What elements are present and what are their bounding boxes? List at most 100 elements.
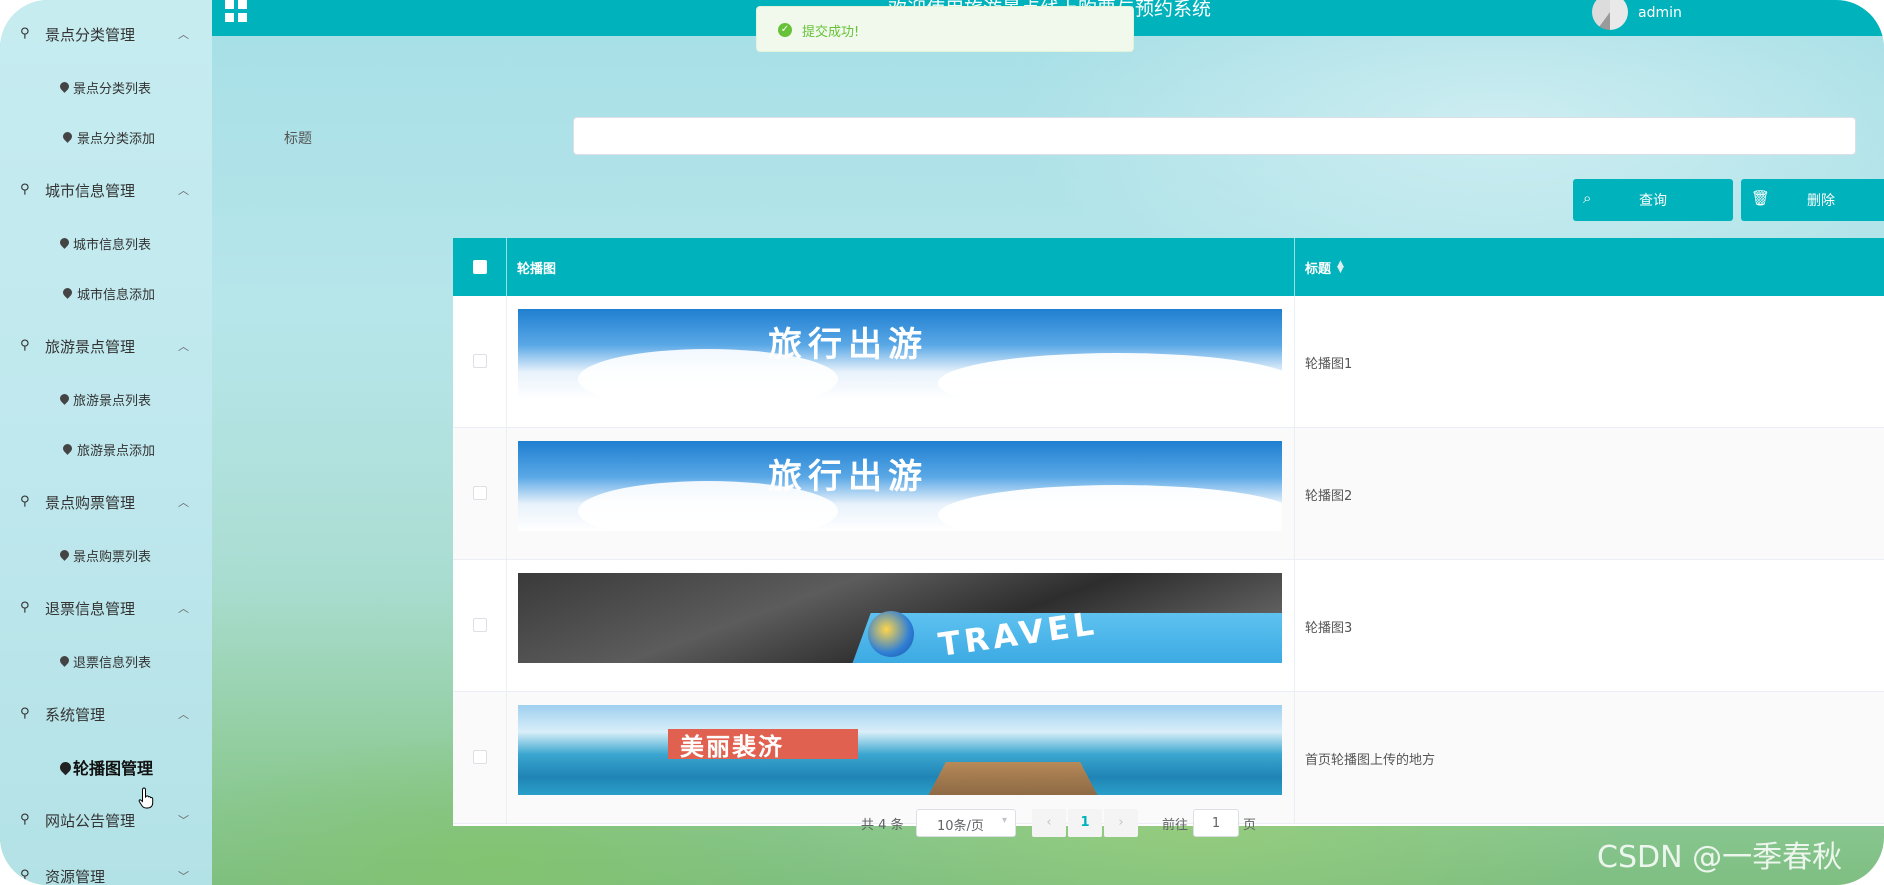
prev-page-button[interactable]: ‹: [1032, 809, 1066, 837]
sidebar-item-label: 旅游景点添加: [77, 443, 156, 459]
location-pin-icon: [58, 80, 71, 93]
location-pin-icon: [58, 548, 71, 561]
title-search-input[interactable]: [573, 117, 1856, 155]
title-cell: 首页轮播图上传的地方: [1295, 692, 1884, 823]
trash-icon: 🗑: [1751, 189, 1771, 207]
sidebar-item-label: 退票信息列表: [73, 655, 152, 671]
toast-message: 提交成功!: [802, 25, 860, 40]
avatar[interactable]: [1592, 0, 1628, 30]
chevron-down-icon: ﹀: [178, 870, 189, 883]
sidebar-item-tourist-spot-add[interactable]: 旅游景点添加: [0, 429, 212, 469]
row-checkbox[interactable]: [473, 486, 487, 500]
menu-group-refund[interactable]: ⚲ 退票信息管理 ︿: [0, 582, 212, 634]
location-pin-icon: [61, 130, 74, 143]
menu-group-label: 景点购票管理: [45, 493, 136, 512]
goto-page-input[interactable]: [1193, 809, 1239, 837]
row-select-cell: [453, 296, 507, 427]
grid-icon[interactable]: [225, 0, 247, 22]
menu-group-label: 资源管理: [45, 867, 106, 885]
banner-text: 旅行出游: [768, 325, 928, 365]
sidebar-item-label: 景点分类列表: [73, 81, 152, 97]
sidebar-item-label: 旅游景点列表: [73, 393, 152, 409]
sort-icon[interactable]: ▲ ▼: [1337, 260, 1344, 275]
sidebar-item-ticket-purchase-list[interactable]: 景点购票列表: [0, 535, 212, 575]
banner-image-cell: TRAVEL: [507, 560, 1295, 691]
title-filter-label: 标题: [284, 131, 312, 147]
banner-image-cell: 旅行出游: [507, 296, 1295, 427]
menu-group-site-notice[interactable]: ⚲ 网站公告管理 ﹀: [0, 794, 212, 846]
row-select-cell: [453, 560, 507, 691]
menu-group-label: 退票信息管理: [45, 599, 136, 618]
row-checkbox[interactable]: [473, 750, 487, 764]
row-checkbox[interactable]: [473, 618, 487, 632]
menu-group-label: 城市信息管理: [45, 181, 136, 200]
sidebar-item-scenic-category-add[interactable]: 景点分类添加: [0, 117, 212, 157]
page-suffix-label: 页: [1243, 818, 1257, 833]
user-name[interactable]: admin: [1638, 5, 1682, 21]
title-cell: 轮播图2: [1295, 428, 1884, 559]
banner-image-travel: 旅行出游: [518, 441, 1282, 531]
title-cell: 轮播图3: [1295, 560, 1884, 691]
watermark: CSDN @一季春秋: [1597, 840, 1843, 875]
location-pin-icon: [58, 392, 71, 405]
table-row: 旅行出游 轮播图1 详情: [453, 296, 1884, 428]
row-checkbox[interactable]: [473, 354, 487, 368]
banner-image-beach: 美丽裴济: [518, 705, 1282, 795]
sidebar-item-label: 景点分类添加: [77, 131, 156, 147]
menu-group-scenic-category[interactable]: ⚲ 景点分类管理 ︿: [0, 8, 212, 60]
banner-image-cell: 旅行出游: [507, 428, 1295, 559]
page-number-current[interactable]: 1: [1068, 809, 1102, 837]
sidebar-item-refund-list[interactable]: 退票信息列表: [0, 641, 212, 681]
menu-group-label: 旅游景点管理: [45, 337, 136, 356]
delete-button[interactable]: 🗑 删除: [1741, 179, 1884, 221]
pagination-total: 共 4 条: [861, 818, 904, 833]
menu-icon: ⚲: [20, 26, 30, 41]
row-select-cell: [453, 428, 507, 559]
page-size-select[interactable]: 10条/页 ▾: [916, 809, 1016, 837]
menu-icon: ⚲: [20, 182, 30, 197]
app-window: ⚲ 景点分类管理 ︿ 景点分类列表 景点分类添加 ⚲ 城市信息管理 ︿ 城市信息…: [0, 0, 1884, 885]
sidebar-item-banner-management[interactable]: 轮播图管理: [0, 747, 212, 787]
sidebar-item-label: 城市信息列表: [73, 237, 152, 253]
title-cell: 轮播图1: [1295, 296, 1884, 427]
menu-group-city-info[interactable]: ⚲ 城市信息管理 ︿: [0, 164, 212, 216]
sidebar-item-city-info-add[interactable]: 城市信息添加: [0, 273, 212, 313]
location-pin-icon: [57, 759, 74, 776]
sidebar-item-tourist-spot-list[interactable]: 旅游景点列表: [0, 379, 212, 419]
menu-group-tourist-spot[interactable]: ⚲ 旅游景点管理 ︿: [0, 320, 212, 372]
chevron-right-icon: ›: [1118, 815, 1124, 830]
chevron-up-icon: ︿: [178, 496, 189, 509]
menu-group-ticket-purchase[interactable]: ⚲ 景点购票管理 ︿: [0, 476, 212, 528]
sidebar-item-label: 景点购票列表: [73, 549, 152, 565]
row-select-cell: [453, 692, 507, 823]
column-header-title[interactable]: 标题 ▲ ▼: [1295, 238, 1884, 296]
next-page-button[interactable]: ›: [1104, 809, 1138, 837]
sidebar-item-scenic-category-list[interactable]: 景点分类列表: [0, 67, 212, 107]
select-all-checkbox[interactable]: [472, 260, 487, 274]
goto-label: 前往: [1162, 818, 1189, 833]
row-title: 轮播图1: [1305, 357, 1353, 372]
sidebar-item-city-info-list[interactable]: 城市信息列表: [0, 223, 212, 263]
row-title: 首页轮播图上传的地方: [1305, 753, 1436, 768]
banner-image-cell: 美丽裴济: [507, 692, 1295, 823]
chevron-up-icon: ︿: [178, 708, 189, 721]
menu-group-resource[interactable]: ⚲ 资源管理 ﹀: [0, 850, 212, 885]
menu-icon: ⚲: [20, 812, 30, 827]
menu-icon: ⚲: [20, 706, 30, 721]
hand-cursor-icon: [138, 787, 154, 809]
chevron-up-icon: ︿: [178, 184, 189, 197]
banner-table: 轮播图 标题 ▲▼ 操作 旅行出游 轮播图1 详情: [453, 238, 1884, 826]
column-header-title-label: 标题: [1305, 261, 1332, 277]
location-pin-icon: [58, 236, 71, 249]
menu-icon: ⚲: [20, 600, 30, 615]
banner-image-travel: 旅行出游: [518, 309, 1282, 399]
menu-icon: ⚲: [20, 494, 30, 509]
success-toast: ✓ 提交成功!: [756, 6, 1134, 52]
header-select-all[interactable]: [453, 238, 507, 296]
table-header: 轮播图 标题 ▲▼ 操作: [453, 238, 1884, 296]
menu-group-system[interactable]: ⚲ 系统管理 ︿: [0, 688, 212, 740]
menu-group-label: 景点分类管理: [45, 25, 136, 44]
location-pin-icon: [61, 442, 74, 455]
search-button[interactable]: ⌕ 查询: [1573, 179, 1733, 221]
row-title: 轮播图3: [1305, 621, 1353, 636]
